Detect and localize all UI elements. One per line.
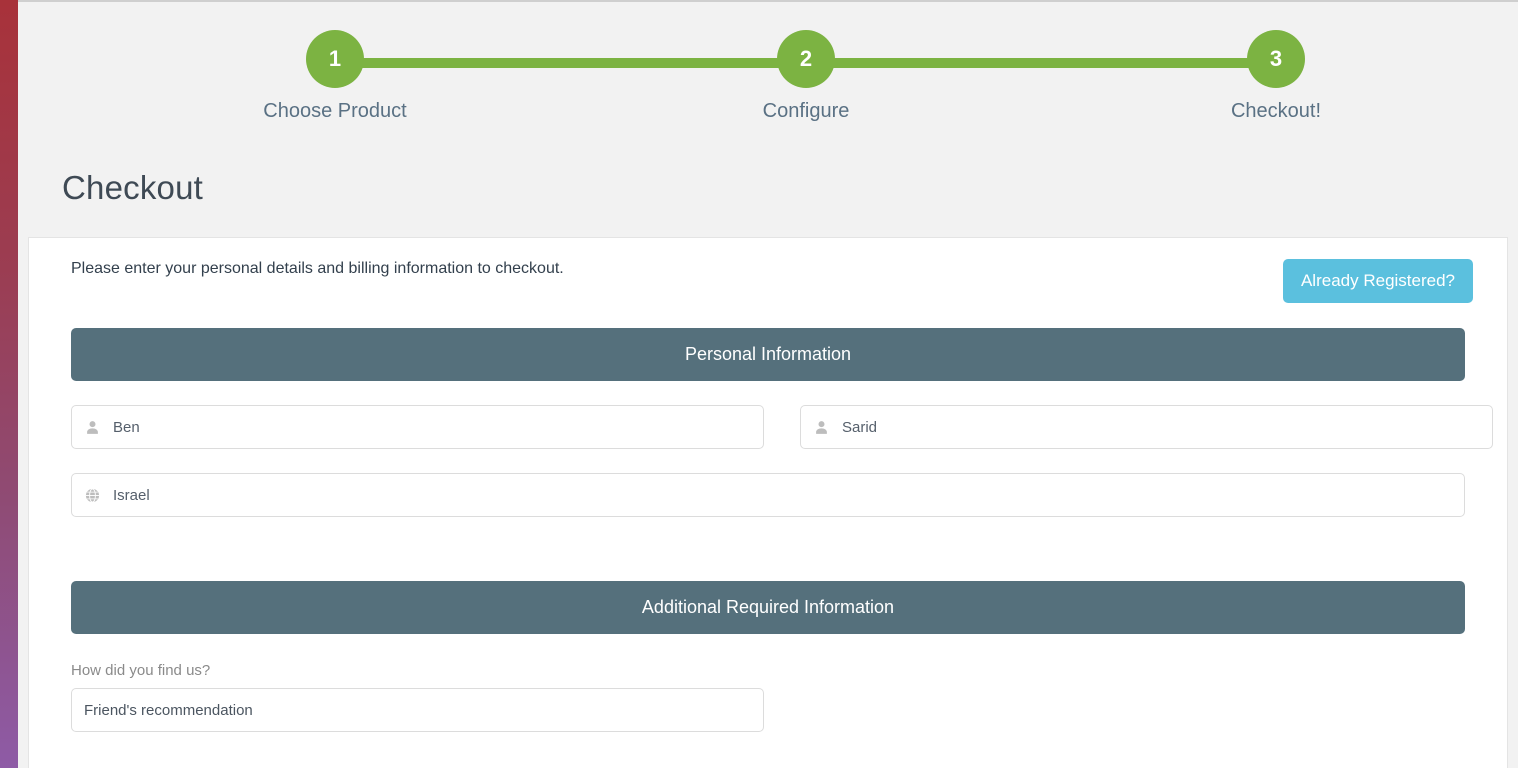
already-registered-button[interactable]: Already Registered? bbox=[1282, 259, 1473, 303]
how-did-you-find-us-input[interactable]: Friend's recommendation bbox=[71, 688, 764, 732]
last-name-field-wrapper: Sarid bbox=[800, 405, 1493, 449]
stepper-step-2-label: Configure bbox=[762, 100, 850, 122]
stepper-step-1-label: Choose Product bbox=[263, 100, 407, 122]
checkout-progress-stepper: 1 Choose Product 2 Configure 3 Checkout! bbox=[18, 2, 1518, 147]
name-field-row: Ben Sarid bbox=[51, 405, 1493, 449]
user-icon bbox=[84, 419, 101, 436]
stepper-step-choose-product[interactable]: 1 Choose Product bbox=[255, 30, 415, 123]
first-name-input[interactable]: Ben bbox=[71, 405, 764, 449]
first-name-field-wrapper: Ben bbox=[71, 405, 764, 449]
stepper-step-3-label: Checkout! bbox=[1230, 100, 1322, 122]
additional-required-information-header: Additional Required Information bbox=[71, 581, 1465, 634]
personal-information-header: Personal Information bbox=[71, 328, 1465, 381]
user-icon bbox=[813, 419, 830, 436]
stepper-step-configure[interactable]: 2 Configure bbox=[726, 30, 886, 123]
how-did-you-find-us-label: How did you find us? bbox=[71, 662, 211, 679]
country-input[interactable]: Israel bbox=[71, 473, 1465, 517]
page-title: Checkout bbox=[62, 169, 204, 206]
how-did-you-find-us-value: Friend's recommendation bbox=[84, 701, 253, 719]
left-color-rail bbox=[0, 0, 18, 768]
stepper-step-3-number: 3 bbox=[1247, 30, 1305, 88]
country-field-wrapper: Israel bbox=[71, 473, 1465, 517]
stepper-step-1-number: 1 bbox=[306, 30, 364, 88]
intro-row: Please enter your personal details and b… bbox=[51, 238, 1485, 328]
last-name-value: Sarid bbox=[842, 418, 878, 436]
checkout-card: Please enter your personal details and b… bbox=[28, 237, 1508, 768]
stepper-step-checkout[interactable]: 3 Checkout! bbox=[1196, 30, 1356, 123]
last-name-input[interactable]: Sarid bbox=[800, 405, 1493, 449]
stepper-step-2-number: 2 bbox=[777, 30, 835, 88]
intro-text: Please enter your personal details and b… bbox=[71, 260, 564, 277]
country-field-row: Israel bbox=[51, 473, 1485, 517]
country-value: Israel bbox=[113, 486, 150, 504]
page-viewport: 1 Choose Product 2 Configure 3 Checkout!… bbox=[18, 0, 1518, 768]
globe-icon bbox=[84, 487, 101, 504]
additional-information-body: How did you find us? Friend's recommenda… bbox=[51, 662, 1485, 732]
first-name-value: Ben bbox=[113, 418, 140, 436]
